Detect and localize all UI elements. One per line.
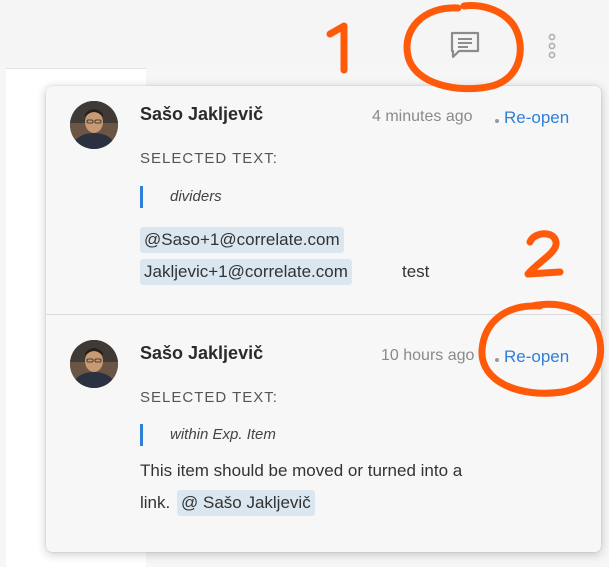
comment-timestamp: 10 hours ago xyxy=(381,347,475,364)
mention-chip[interactable]: @ Sašo Jakljevič xyxy=(177,490,315,516)
comment-author: Sašo Jakljevič xyxy=(140,343,264,363)
comment-author: Sašo Jakljevič xyxy=(140,104,264,124)
separator-dot xyxy=(495,119,499,123)
more-options-button[interactable] xyxy=(543,30,561,62)
separator-dot xyxy=(495,358,499,362)
selected-text-quote: within Exp. Item xyxy=(170,426,276,443)
comment-body-text: test xyxy=(402,262,430,281)
selected-text-label: SELECTED TEXT: xyxy=(140,389,278,406)
avatar xyxy=(70,101,118,149)
more-vertical-icon xyxy=(548,33,556,59)
quote-bar xyxy=(140,424,143,446)
comment-icon xyxy=(450,31,480,59)
mention-chip[interactable]: Jakljevic+1@correlate.com xyxy=(140,259,352,285)
comment-thread: Sašo Jakljevič 4 minutes ago Re-open SEL… xyxy=(46,86,601,314)
comment-thread: Sašo Jakljevič 10 hours ago Re-open SELE… xyxy=(46,314,601,552)
comments-panel: Sašo Jakljevič 4 minutes ago Re-open SEL… xyxy=(46,86,601,552)
reopen-button[interactable]: Re-open xyxy=(504,108,569,128)
mention-chip[interactable]: @Saso+1@correlate.com xyxy=(140,227,344,253)
comment-body-text: This item should be moved or turned into… xyxy=(140,461,463,480)
comments-toggle-button[interactable] xyxy=(446,27,484,63)
selected-text-quote: dividers xyxy=(170,188,222,205)
top-toolbar xyxy=(0,0,609,66)
reopen-button[interactable]: Re-open xyxy=(504,347,569,367)
selected-text-label: SELECTED TEXT: xyxy=(140,150,278,167)
avatar xyxy=(70,340,118,388)
comment-body-text: link. xyxy=(140,493,171,512)
comment-timestamp: 4 minutes ago xyxy=(372,108,473,125)
quote-bar xyxy=(140,186,143,208)
